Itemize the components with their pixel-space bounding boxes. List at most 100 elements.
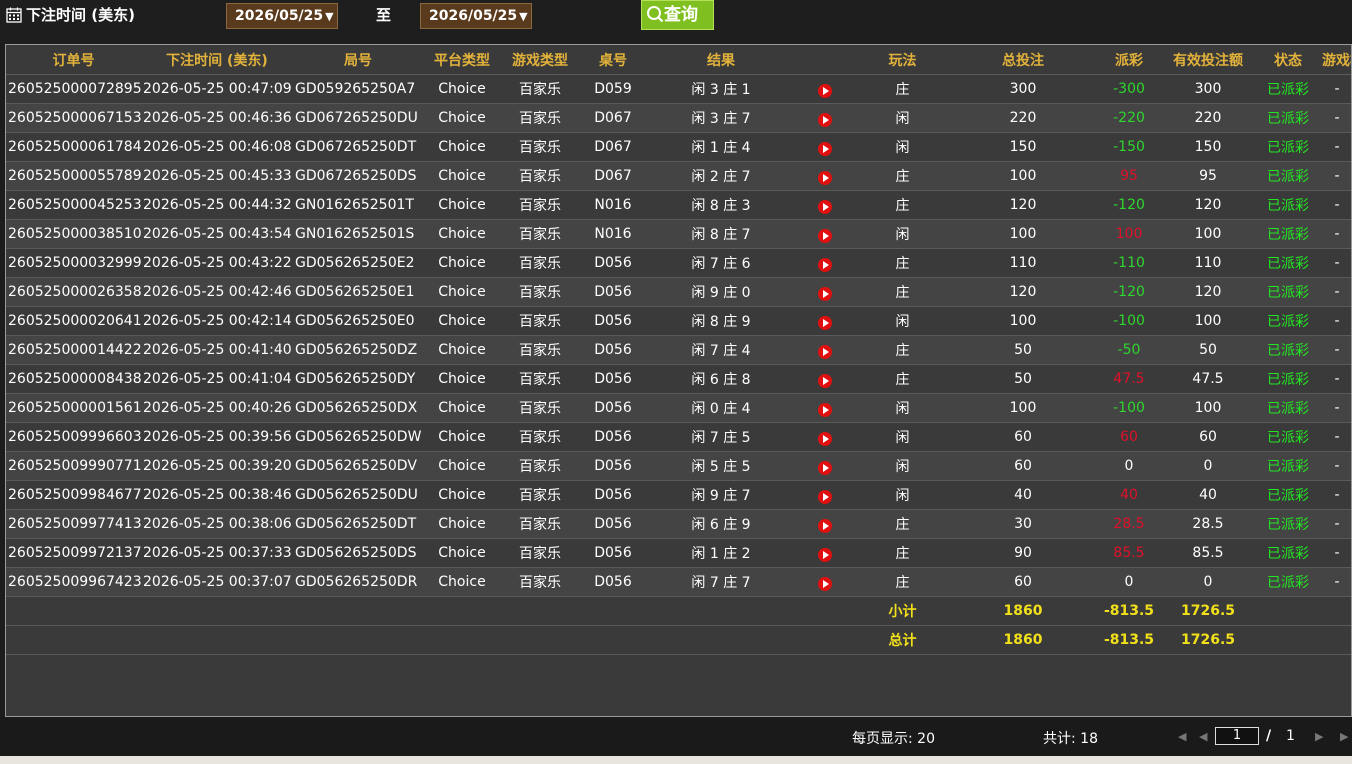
platform-cell: Choice	[423, 103, 501, 133]
calendar-icon	[6, 7, 22, 23]
play-video-icon[interactable]	[818, 345, 832, 359]
replay-button[interactable]	[795, 364, 855, 394]
replay-button[interactable]	[795, 277, 855, 307]
game-mode-cell: -	[1322, 103, 1351, 133]
date-to-value: 2026/05/25	[429, 8, 518, 24]
result-cell: 闲 3 庄 1	[647, 74, 795, 104]
column-header-result: 结果	[647, 45, 795, 75]
play-video-icon[interactable]	[818, 84, 832, 98]
replay-button[interactable]	[795, 74, 855, 104]
play-video-icon[interactable]	[818, 490, 832, 504]
play-video-icon[interactable]	[818, 548, 832, 562]
replay-button[interactable]	[795, 190, 855, 220]
game-mode-cell: -	[1322, 364, 1351, 394]
play-video-icon[interactable]	[818, 200, 832, 214]
table-no-cell: D056	[579, 509, 647, 539]
replay-button[interactable]	[795, 567, 855, 597]
bet-time-cell: 2026-05-25 00:43:22	[141, 248, 293, 278]
game-type-cell: 百家乐	[501, 132, 579, 162]
last-page-icon[interactable]: ▶	[1340, 730, 1348, 743]
play-video-icon[interactable]	[818, 316, 832, 330]
play-video-icon[interactable]	[818, 577, 832, 591]
game-type-cell: 百家乐	[501, 480, 579, 510]
replay-button[interactable]	[795, 480, 855, 510]
round-cell: GD056265250DX	[293, 393, 423, 423]
play-cell: 闲	[855, 451, 950, 481]
platform-cell: Choice	[423, 364, 501, 394]
replay-button[interactable]	[795, 451, 855, 481]
page-number-input[interactable]: 1	[1215, 727, 1259, 745]
column-header-platform: 平台类型	[423, 45, 501, 75]
payout-cell: 60	[1096, 422, 1162, 452]
table-no-cell: D067	[579, 161, 647, 191]
replay-button[interactable]	[795, 132, 855, 162]
table-row: 260525000061784 2026-05-25 00:46:08 GD0672…	[6, 132, 1351, 162]
result-cell: 闲 7 庄 4	[647, 335, 795, 365]
status-cell: 已派彩	[1254, 422, 1322, 452]
payout-cell: -100	[1096, 393, 1162, 423]
result-cell: 闲 8 庄 7	[647, 219, 795, 249]
round-cell: GD056265250DY	[293, 364, 423, 394]
play-cell: 庄	[855, 74, 950, 104]
round-cell: GD067265250DT	[293, 132, 423, 162]
replay-button[interactable]	[795, 422, 855, 452]
next-page-icon[interactable]: ▶	[1315, 730, 1323, 743]
game-type-cell: 百家乐	[501, 248, 579, 278]
play-video-icon[interactable]	[818, 258, 832, 272]
replay-button[interactable]	[795, 509, 855, 539]
round-cell: GD059265250A7	[293, 74, 423, 104]
query-button[interactable]: 查询	[641, 0, 714, 30]
bet-records-table: 订单号 下注时间 (美东) 局号 平台类型 游戏类型 桌号 结果 玩法 总投注 …	[6, 45, 1351, 656]
replay-button[interactable]	[795, 393, 855, 423]
status-cell: 已派彩	[1254, 509, 1322, 539]
valid-bet-cell: 0	[1162, 567, 1254, 597]
payout-cell: 85.5	[1096, 538, 1162, 568]
date-from-select[interactable]: 2026/05/25 ▼	[226, 3, 338, 29]
play-video-icon[interactable]	[818, 287, 832, 301]
game-type-cell: 百家乐	[501, 335, 579, 365]
order-cell: 260525000001561	[6, 393, 141, 423]
page-separator: /	[1266, 728, 1272, 744]
play-video-icon[interactable]	[818, 142, 832, 156]
column-header-status: 状态	[1254, 45, 1322, 75]
round-cell: GD067265250DU	[293, 103, 423, 133]
payout-cell: 95	[1096, 161, 1162, 191]
total-label: 总计	[855, 625, 950, 655]
date-to-select[interactable]: 2026/05/25 ▼	[420, 3, 532, 29]
bet-time-cell: 2026-05-25 00:41:04	[141, 364, 293, 394]
replay-button[interactable]	[795, 219, 855, 249]
prev-page-icon[interactable]: ◀	[1199, 730, 1207, 743]
table-row: 260525000032999 2026-05-25 00:43:22 GD0562…	[6, 248, 1351, 278]
valid-bet-cell: 100	[1162, 306, 1254, 336]
game-mode-cell: -	[1322, 219, 1351, 249]
replay-button[interactable]	[795, 538, 855, 568]
game-mode-cell: -	[1322, 190, 1351, 220]
replay-button[interactable]	[795, 335, 855, 365]
table-no-cell: D067	[579, 132, 647, 162]
total-bet-cell: 50	[950, 364, 1096, 394]
play-cell: 闲	[855, 422, 950, 452]
play-video-icon[interactable]	[818, 171, 832, 185]
play-video-icon[interactable]	[818, 432, 832, 446]
play-video-icon[interactable]	[818, 403, 832, 417]
first-page-icon[interactable]: ◀	[1178, 730, 1186, 743]
table-no-cell: D056	[579, 451, 647, 481]
payout-cell: -100	[1096, 306, 1162, 336]
order-cell: 260525000055789	[6, 161, 141, 191]
play-video-icon[interactable]	[818, 374, 832, 388]
replay-button[interactable]	[795, 306, 855, 336]
platform-cell: Choice	[423, 422, 501, 452]
replay-button[interactable]	[795, 248, 855, 278]
subtotal-valid-bet: 1726.5	[1162, 596, 1254, 626]
play-video-icon[interactable]	[818, 113, 832, 127]
order-cell: 260525009967423	[6, 567, 141, 597]
play-video-icon[interactable]	[818, 461, 832, 475]
order-cell: 260525000020641	[6, 306, 141, 336]
search-icon	[647, 6, 664, 23]
play-video-icon[interactable]	[818, 519, 832, 533]
result-cell: 闲 2 庄 7	[647, 161, 795, 191]
play-video-icon[interactable]	[818, 229, 832, 243]
payout-cell: -120	[1096, 277, 1162, 307]
replay-button[interactable]	[795, 161, 855, 191]
replay-button[interactable]	[795, 103, 855, 133]
